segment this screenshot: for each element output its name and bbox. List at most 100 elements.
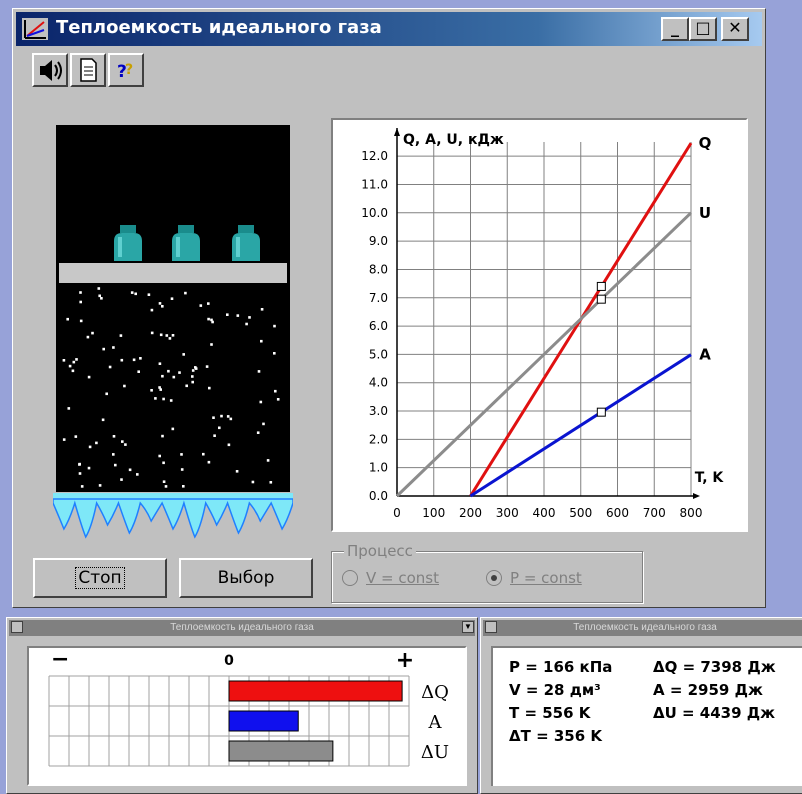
molecule (158, 386, 161, 389)
radio-p-const-circle[interactable] (486, 570, 502, 586)
process-group: Процесс V = const P = const (331, 542, 643, 603)
molecule (235, 470, 239, 473)
maximize-button[interactable]: □ (689, 17, 717, 41)
close-icon: ✕ (728, 18, 742, 37)
x-tick-label: 300 (496, 506, 519, 520)
molecule (80, 485, 84, 488)
molecule (78, 463, 81, 466)
radio-v-const[interactable]: V = const (342, 569, 439, 587)
molecule (123, 384, 126, 388)
series-label-Q: Q (699, 134, 712, 152)
molecule (98, 294, 101, 298)
molecule (168, 337, 172, 340)
stat-dt: ΔT = 356 K (509, 727, 603, 745)
radio-v-const-label: V = const (366, 569, 439, 587)
x-tick-label: 800 (680, 506, 703, 520)
molecule (262, 422, 265, 426)
molecule (158, 302, 162, 305)
y-tick-label: 8.0 (369, 262, 388, 276)
molecule (121, 440, 124, 443)
x-axis-label: T, K (695, 470, 725, 486)
y-tick-label: 4.0 (369, 376, 388, 390)
molecule (119, 334, 123, 337)
y-tick-label: 11.0 (361, 177, 388, 191)
molecule (218, 426, 221, 430)
close-button[interactable]: ✕ (721, 17, 749, 41)
molecule (164, 485, 168, 488)
molecule (180, 468, 184, 471)
molecule (161, 305, 164, 308)
molecule (185, 384, 188, 388)
title-bar[interactable]: Теплоемкость идеального газа _ □ ✕ (16, 12, 762, 46)
energy-bar (228, 680, 403, 702)
molecule (260, 339, 263, 343)
bar-window-menu-icon[interactable] (11, 621, 23, 633)
minimize-icon: _ (671, 18, 679, 37)
molecule (66, 317, 69, 321)
help-button[interactable]: ? ? (108, 53, 144, 87)
molecule (74, 435, 78, 438)
x-tick-label: 0 (393, 506, 401, 520)
molecule (266, 459, 270, 462)
x-tick-label: 100 (422, 506, 445, 520)
molecule (248, 316, 251, 319)
molecule (213, 434, 216, 437)
molecule (274, 389, 277, 393)
y-tick-label: 2.0 (369, 432, 388, 446)
molecule (71, 369, 75, 373)
cylinder-canvas (59, 225, 287, 488)
molecule (67, 407, 71, 410)
molecule (205, 365, 209, 368)
molecule (191, 380, 194, 384)
x-axis-arrow (693, 493, 700, 499)
molecule (182, 485, 185, 488)
bar-panel: − 0 + ΔQ A ΔU (27, 646, 467, 786)
help-icon: ? ? (117, 62, 133, 82)
stat-volume: V = 28 дм³ (509, 681, 601, 699)
document-button[interactable] (70, 53, 106, 87)
molecule (101, 418, 105, 422)
series-label-U: U (699, 204, 711, 222)
piston (59, 263, 287, 283)
sound-button[interactable] (32, 53, 68, 87)
select-button[interactable]: Выбор (179, 558, 313, 598)
x-tick-label: 500 (569, 506, 592, 520)
molecule (269, 481, 273, 484)
stat-dq: ΔQ = 7398 Дж (653, 658, 776, 676)
speaker-icon (40, 60, 62, 81)
y-tick-label: 1.0 (369, 461, 388, 475)
bar-label: ΔQ (421, 682, 449, 703)
weight-3 (232, 225, 260, 261)
stat-pressure: P = 166 кПа (509, 658, 613, 676)
molecule (226, 415, 230, 418)
molecule (226, 313, 229, 316)
molecule (91, 331, 94, 335)
molecule (211, 320, 214, 324)
molecule (227, 443, 231, 447)
bar-window-titlebar[interactable]: Теплоемкость идеального газа (9, 620, 475, 636)
radio-p-const[interactable]: P = const (486, 569, 582, 587)
molecule (229, 417, 233, 421)
molecule (68, 364, 72, 368)
molecule (159, 333, 163, 337)
molecule (150, 331, 154, 335)
molecule (208, 386, 211, 390)
molecule (167, 369, 170, 373)
stats-window-titlebar[interactable]: Теплоемкость идеального газа (483, 620, 802, 636)
document-icon (80, 58, 97, 82)
molecule (62, 359, 66, 362)
graph-panel: 0 100 200 300 400 500 600 700 800 0.0 1.0 2.0 3.0 4.0… (331, 118, 748, 532)
molecule (134, 292, 137, 296)
molecule (162, 397, 165, 401)
select-button-label: Выбор (217, 568, 275, 588)
molecule (87, 375, 91, 379)
molecule (212, 416, 215, 419)
stop-button[interactable]: Стоп (33, 558, 167, 598)
bar-window-dropdown-icon[interactable]: ▼ (462, 621, 474, 633)
minimize-button[interactable]: _ (661, 17, 689, 41)
stats-window-menu-icon[interactable] (485, 621, 497, 633)
molecule (276, 398, 280, 401)
radio-v-const-circle[interactable] (342, 570, 358, 586)
ice-heat-sink (53, 493, 293, 539)
main-window: Теплоемкость идеального газа _ □ ✕ ? ? 0… (12, 8, 766, 608)
